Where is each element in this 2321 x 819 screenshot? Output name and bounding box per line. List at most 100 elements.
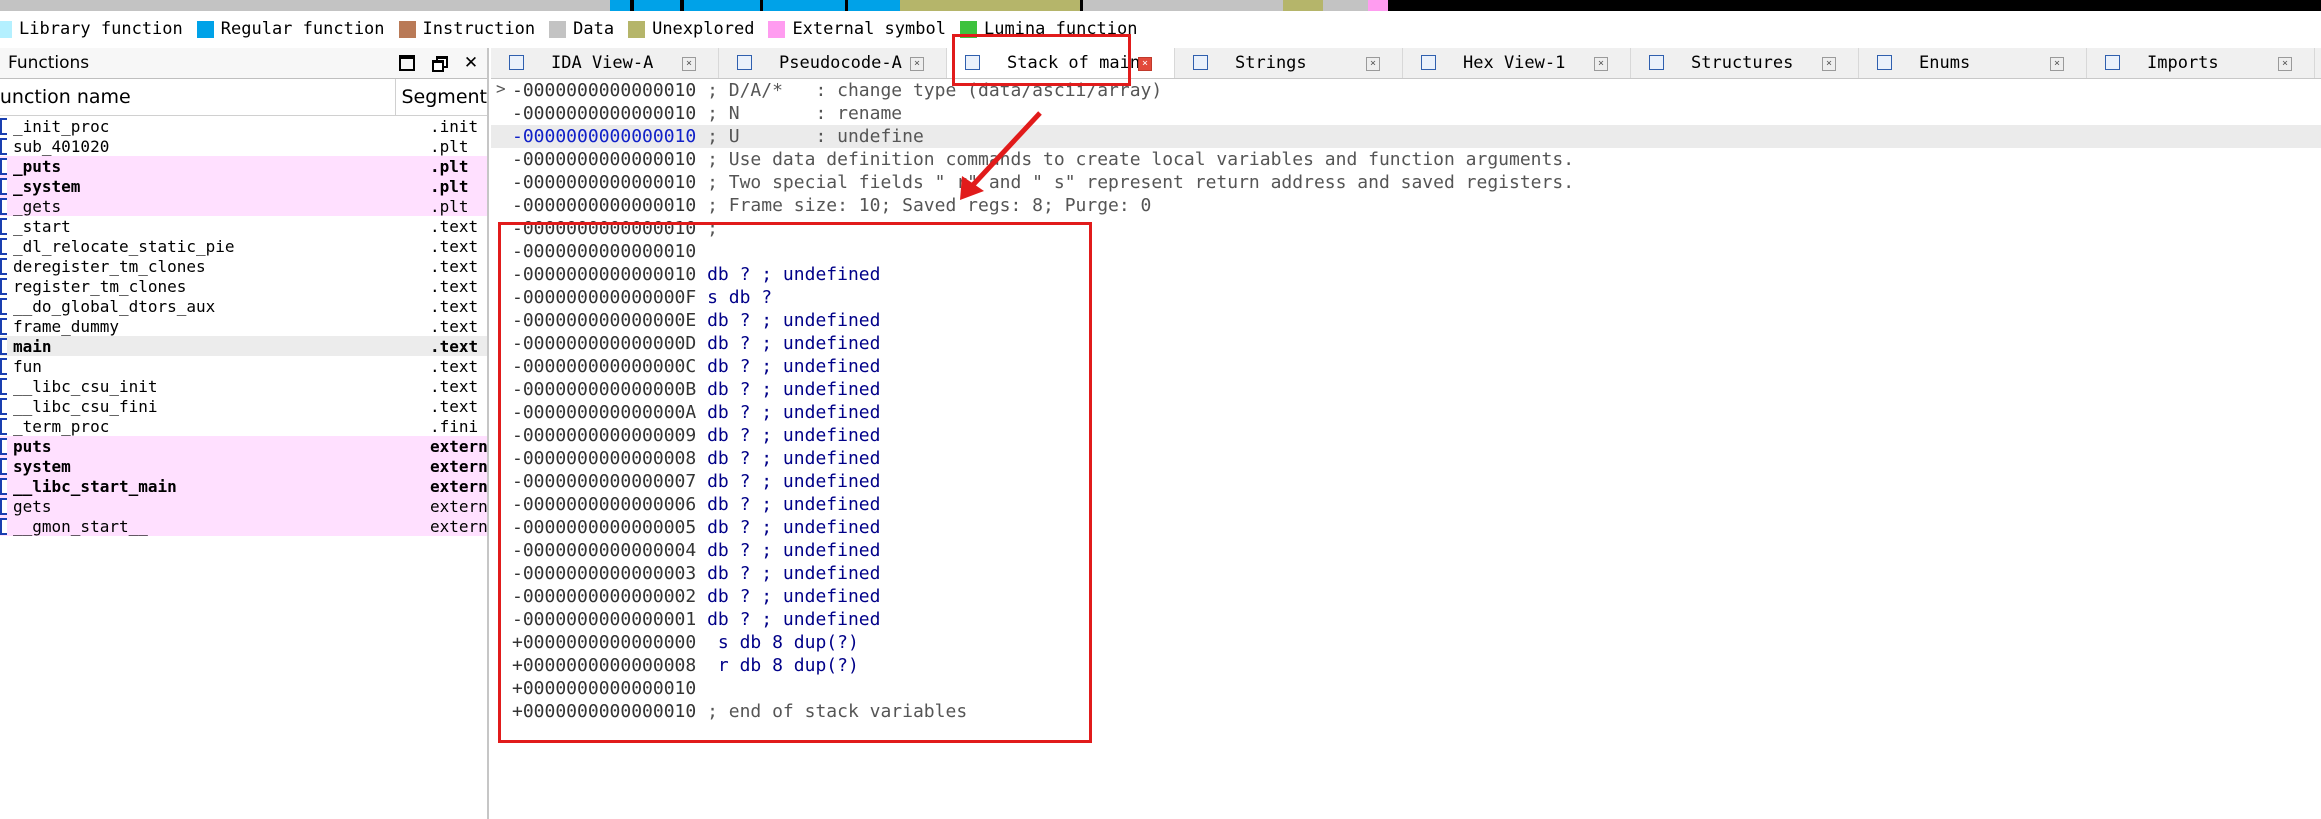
function-row[interactable]: deregister_tm_clones .text [0, 256, 487, 276]
function-row[interactable]: __libc_start_main extern [0, 476, 487, 496]
function-row[interactable]: _puts .plt [0, 156, 487, 176]
function-segment: .plt [430, 156, 469, 176]
function-icon [0, 518, 7, 535]
function-icon [0, 418, 7, 435]
function-row[interactable]: __gmon_start__ extern [0, 516, 487, 536]
function-segment: .text [430, 256, 479, 276]
minimize-panel-icon[interactable] [397, 53, 417, 73]
function-segment: .plt [430, 136, 469, 156]
function-icon [0, 338, 7, 355]
function-segment: extern [430, 516, 488, 536]
function-segment: extern [430, 496, 488, 516]
function-icon [0, 218, 7, 235]
close-tab-icon[interactable]: × [1366, 57, 1380, 71]
function-icon [0, 158, 7, 175]
tab-label: Imports [2147, 53, 2219, 73]
function-name: deregister_tm_clones [13, 256, 206, 276]
function-row[interactable]: _gets .plt [0, 196, 487, 216]
tab-ida-view-a[interactable]: IDA View-A × [491, 48, 719, 78]
function-icon [0, 498, 7, 515]
function-icon [0, 178, 7, 195]
close-tab-icon[interactable]: × [2278, 57, 2292, 71]
function-segment: .text [430, 316, 479, 336]
tab-hex-view-1[interactable]: Hex View-1 × [1403, 48, 1631, 78]
float-panel-icon[interactable] [429, 53, 449, 73]
close-tab-icon[interactable]: × [1822, 57, 1836, 71]
function-row[interactable]: gets extern [0, 496, 487, 516]
function-row[interactable]: main .text [0, 336, 487, 356]
function-row[interactable]: _dl_relocate_static_pie .text [0, 236, 487, 256]
legend-item: Data [549, 19, 614, 39]
function-row[interactable]: _term_proc .fini [0, 416, 487, 436]
functions-panel: Functions ✕ Function name Segment _init_… [0, 48, 489, 819]
legend-swatch [628, 20, 646, 38]
legend-swatch [398, 20, 416, 38]
close-tab-icon[interactable]: × [1138, 57, 1152, 71]
function-row[interactable]: fun .text [0, 356, 487, 376]
view-tab-bar: IDA View-A × Pseudocode-A × Stack of main × St… [491, 48, 2321, 79]
column-function-name[interactable]: Function name [0, 86, 395, 108]
tab-enums[interactable]: Enums × [1859, 48, 2087, 78]
close-tab-icon[interactable]: × [682, 57, 696, 71]
column-segment[interactable]: Segment [394, 79, 487, 115]
function-name: _dl_relocate_static_pie [13, 236, 235, 256]
tab-label: Hex View-1 [1463, 53, 1566, 73]
legend-swatch [549, 20, 567, 38]
function-name: _gets [13, 196, 62, 216]
stack-line[interactable]: -0000000000000010 ; Use data definition … [491, 148, 2321, 171]
function-row[interactable]: sub_401020 .plt [0, 136, 487, 156]
function-name: _system [13, 176, 81, 196]
close-panel-icon[interactable]: ✕ [461, 53, 481, 73]
function-name: __do_global_dtors_aux [13, 296, 216, 316]
function-row[interactable]: frame_dummy .text [0, 316, 487, 336]
function-name: gets [13, 496, 52, 516]
stack-line[interactable]: -0000000000000010 ; N : rename [491, 102, 2321, 125]
stack-line[interactable]: -0000000000000010 ; U : undefine [491, 125, 2321, 148]
function-icon [0, 138, 7, 155]
function-icon [0, 378, 7, 395]
function-row[interactable]: system extern [0, 456, 487, 476]
function-icon [0, 118, 7, 135]
legend-item: Unexplored [628, 19, 754, 39]
legend-swatch [768, 20, 786, 38]
function-name: sub_401020 [13, 136, 110, 156]
function-name: __gmon_start__ [13, 516, 148, 536]
legend-swatch [0, 20, 12, 38]
function-row[interactable]: __libc_csu_fini .text [0, 396, 487, 416]
stack-offset: -0000000000000010 [512, 126, 697, 147]
tab-structures[interactable]: Structures × [1631, 48, 1859, 78]
stack-line[interactable]: -0000000000000010 ; Frame size: 10; Save… [491, 194, 2321, 217]
function-row[interactable]: __do_global_dtors_aux .text [0, 296, 487, 316]
function-name: _puts [13, 156, 62, 176]
legend-label: Regular function [220, 19, 385, 39]
function-row[interactable]: _init_proc .init [0, 116, 487, 136]
tab-strings[interactable]: Strings × [1175, 48, 1403, 78]
pseudocode-icon [737, 55, 752, 70]
close-tab-icon[interactable]: × [910, 57, 924, 71]
function-name: main [13, 336, 52, 356]
tab-pseudocode-a[interactable]: Pseudocode-A × [719, 48, 947, 78]
function-icon [0, 398, 7, 415]
stack-line[interactable]: -0000000000000010 ; Two special fields "… [491, 171, 2321, 194]
function-row[interactable]: __libc_csu_init .text [0, 376, 487, 396]
close-tab-icon[interactable]: × [1594, 57, 1608, 71]
function-segment: .text [430, 236, 479, 256]
function-row[interactable]: puts extern [0, 436, 487, 456]
function-icon [0, 278, 7, 295]
close-tab-icon[interactable]: × [2050, 57, 2064, 71]
function-row[interactable]: _start .text [0, 216, 487, 236]
tab-label: IDA View-A [551, 53, 654, 73]
function-row[interactable]: _system .plt [0, 176, 487, 196]
function-row[interactable]: register_tm_clones .text [0, 276, 487, 296]
stack-line[interactable]: -0000000000000010 ; D/A/* : change type … [491, 79, 2321, 102]
functions-panel-title: Functions [8, 53, 90, 73]
function-segment: .text [430, 356, 479, 376]
tab-imports[interactable]: Imports × [2087, 48, 2315, 78]
function-icon [0, 318, 7, 335]
legend-swatch [196, 20, 214, 38]
function-segment: .text [430, 376, 479, 396]
highlight-box-stack-tab [952, 34, 1131, 86]
legend-label: Data [573, 19, 615, 39]
function-icon [0, 358, 7, 375]
navigation-band[interactable] [0, 0, 2321, 11]
